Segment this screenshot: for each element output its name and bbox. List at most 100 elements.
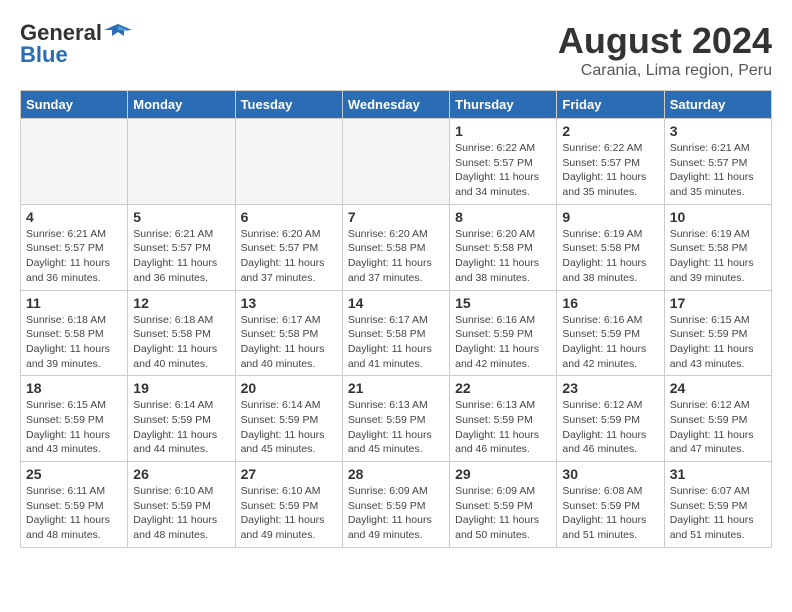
day-info: Sunrise: 6:12 AMSunset: 5:59 PMDaylight:… (562, 398, 658, 457)
col-thursday: Thursday (450, 91, 557, 119)
calendar-cell: 26 Sunrise: 6:10 AMSunset: 5:59 PMDayligh… (128, 462, 235, 548)
col-monday: Monday (128, 91, 235, 119)
day-info: Sunrise: 6:11 AMSunset: 5:59 PMDaylight:… (26, 484, 122, 543)
calendar-cell (128, 119, 235, 205)
col-tuesday: Tuesday (235, 91, 342, 119)
day-number: 26 (133, 466, 229, 482)
day-info: Sunrise: 6:14 AMSunset: 5:59 PMDaylight:… (133, 398, 229, 457)
day-number: 18 (26, 380, 122, 396)
logo: General Blue (20, 20, 132, 68)
location-subtitle: Carania, Lima region, Peru (558, 62, 772, 80)
day-number: 31 (670, 466, 766, 482)
calendar-cell: 3 Sunrise: 6:21 AMSunset: 5:57 PMDaylight… (664, 119, 771, 205)
calendar-cell: 14 Sunrise: 6:17 AMSunset: 5:58 PMDayligh… (342, 290, 449, 376)
calendar-cell: 27 Sunrise: 6:10 AMSunset: 5:59 PMDayligh… (235, 462, 342, 548)
day-info: Sunrise: 6:15 AMSunset: 5:59 PMDaylight:… (670, 313, 766, 372)
day-info: Sunrise: 6:22 AMSunset: 5:57 PMDaylight:… (455, 141, 551, 200)
calendar-cell: 7 Sunrise: 6:20 AMSunset: 5:58 PMDaylight… (342, 204, 449, 290)
logo-bird-icon (104, 22, 132, 44)
day-number: 5 (133, 209, 229, 225)
day-number: 15 (455, 295, 551, 311)
day-info: Sunrise: 6:16 AMSunset: 5:59 PMDaylight:… (562, 313, 658, 372)
day-number: 17 (670, 295, 766, 311)
day-info: Sunrise: 6:19 AMSunset: 5:58 PMDaylight:… (670, 227, 766, 286)
calendar-cell: 21 Sunrise: 6:13 AMSunset: 5:59 PMDayligh… (342, 376, 449, 462)
calendar-cell: 30Sunrise: 6:08 AMSunset: 5:59 PMDayligh… (557, 462, 664, 548)
calendar-cell: 13 Sunrise: 6:17 AMSunset: 5:58 PMDayligh… (235, 290, 342, 376)
day-info: Sunrise: 6:19 AMSunset: 5:58 PMDaylight:… (562, 227, 658, 286)
day-info: Sunrise: 6:21 AMSunset: 5:57 PMDaylight:… (133, 227, 229, 286)
day-number: 9 (562, 209, 658, 225)
day-info: Sunrise: 6:21 AMSunset: 5:57 PMDaylight:… (26, 227, 122, 286)
day-info: Sunrise: 6:13 AMSunset: 5:59 PMDaylight:… (348, 398, 444, 457)
day-info: Sunrise: 6:07 AMSunset: 5:59 PMDaylight:… (670, 484, 766, 543)
day-number: 21 (348, 380, 444, 396)
calendar-week-4: 18 Sunrise: 6:15 AMSunset: 5:59 PMDayligh… (21, 376, 772, 462)
calendar-cell: 29 Sunrise: 6:09 AMSunset: 5:59 PMDayligh… (450, 462, 557, 548)
calendar-cell: 24Sunrise: 6:12 AMSunset: 5:59 PMDayligh… (664, 376, 771, 462)
calendar-cell: 28 Sunrise: 6:09 AMSunset: 5:59 PMDayligh… (342, 462, 449, 548)
col-sunday: Sunday (21, 91, 128, 119)
day-number: 11 (26, 295, 122, 311)
day-number: 19 (133, 380, 229, 396)
calendar-cell: 20 Sunrise: 6:14 AMSunset: 5:59 PMDayligh… (235, 376, 342, 462)
day-number: 10 (670, 209, 766, 225)
day-info: Sunrise: 6:20 AMSunset: 5:58 PMDaylight:… (348, 227, 444, 286)
day-info: Sunrise: 6:09 AMSunset: 5:59 PMDaylight:… (348, 484, 444, 543)
day-info: Sunrise: 6:20 AMSunset: 5:57 PMDaylight:… (241, 227, 337, 286)
calendar-cell: 8 Sunrise: 6:20 AMSunset: 5:58 PMDaylight… (450, 204, 557, 290)
day-info: Sunrise: 6:20 AMSunset: 5:58 PMDaylight:… (455, 227, 551, 286)
day-info: Sunrise: 6:14 AMSunset: 5:59 PMDaylight:… (241, 398, 337, 457)
day-number: 13 (241, 295, 337, 311)
col-saturday: Saturday (664, 91, 771, 119)
calendar-cell: 16 Sunrise: 6:16 AMSunset: 5:59 PMDayligh… (557, 290, 664, 376)
day-number: 22 (455, 380, 551, 396)
day-number: 23 (562, 380, 658, 396)
calendar-cell: 9 Sunrise: 6:19 AMSunset: 5:58 PMDaylight… (557, 204, 664, 290)
calendar-cell: 2Sunrise: 6:22 AMSunset: 5:57 PMDaylight… (557, 119, 664, 205)
day-number: 1 (455, 123, 551, 139)
day-number: 8 (455, 209, 551, 225)
day-number: 6 (241, 209, 337, 225)
day-number: 12 (133, 295, 229, 311)
day-info: Sunrise: 6:21 AMSunset: 5:57 PMDaylight:… (670, 141, 766, 200)
calendar-cell: 18 Sunrise: 6:15 AMSunset: 5:59 PMDayligh… (21, 376, 128, 462)
calendar-cell: 19 Sunrise: 6:14 AMSunset: 5:59 PMDayligh… (128, 376, 235, 462)
day-number: 25 (26, 466, 122, 482)
header-row: Sunday Monday Tuesday Wednesday Thursday… (21, 91, 772, 119)
month-year-title: August 2024 (558, 20, 772, 62)
calendar-table: Sunday Monday Tuesday Wednesday Thursday… (20, 90, 772, 548)
calendar-cell (235, 119, 342, 205)
day-number: 3 (670, 123, 766, 139)
calendar-cell (342, 119, 449, 205)
day-info: Sunrise: 6:08 AMSunset: 5:59 PMDaylight:… (562, 484, 658, 543)
title-section: August 2024 Carania, Lima region, Peru (558, 20, 772, 80)
day-info: Sunrise: 6:16 AMSunset: 5:59 PMDaylight:… (455, 313, 551, 372)
day-number: 28 (348, 466, 444, 482)
day-info: Sunrise: 6:13 AMSunset: 5:59 PMDaylight:… (455, 398, 551, 457)
day-number: 14 (348, 295, 444, 311)
day-number: 7 (348, 209, 444, 225)
calendar-cell: 4Sunrise: 6:21 AMSunset: 5:57 PMDaylight… (21, 204, 128, 290)
day-info: Sunrise: 6:17 AMSunset: 5:58 PMDaylight:… (348, 313, 444, 372)
day-number: 27 (241, 466, 337, 482)
day-info: Sunrise: 6:17 AMSunset: 5:58 PMDaylight:… (241, 313, 337, 372)
day-info: Sunrise: 6:15 AMSunset: 5:59 PMDaylight:… (26, 398, 122, 457)
calendar-cell: 15 Sunrise: 6:16 AMSunset: 5:59 PMDayligh… (450, 290, 557, 376)
calendar-week-2: 4Sunrise: 6:21 AMSunset: 5:57 PMDaylight… (21, 204, 772, 290)
day-info: Sunrise: 6:18 AMSunset: 5:58 PMDaylight:… (26, 313, 122, 372)
day-number: 29 (455, 466, 551, 482)
day-info: Sunrise: 6:09 AMSunset: 5:59 PMDaylight:… (455, 484, 551, 543)
day-info: Sunrise: 6:10 AMSunset: 5:59 PMDaylight:… (133, 484, 229, 543)
calendar-week-5: 25 Sunrise: 6:11 AMSunset: 5:59 PMDayligh… (21, 462, 772, 548)
day-number: 16 (562, 295, 658, 311)
page-header: General Blue August 2024 Carania, Lima r… (20, 20, 772, 80)
calendar-body: 1 Sunrise: 6:22 AMSunset: 5:57 PMDaylight… (21, 119, 772, 548)
calendar-cell: 31 Sunrise: 6:07 AMSunset: 5:59 PMDayligh… (664, 462, 771, 548)
day-number: 2 (562, 123, 658, 139)
calendar-cell: 1 Sunrise: 6:22 AMSunset: 5:57 PMDaylight… (450, 119, 557, 205)
day-number: 20 (241, 380, 337, 396)
col-wednesday: Wednesday (342, 91, 449, 119)
day-info: Sunrise: 6:10 AMSunset: 5:59 PMDaylight:… (241, 484, 337, 543)
calendar-week-3: 11 Sunrise: 6:18 AMSunset: 5:58 PMDayligh… (21, 290, 772, 376)
